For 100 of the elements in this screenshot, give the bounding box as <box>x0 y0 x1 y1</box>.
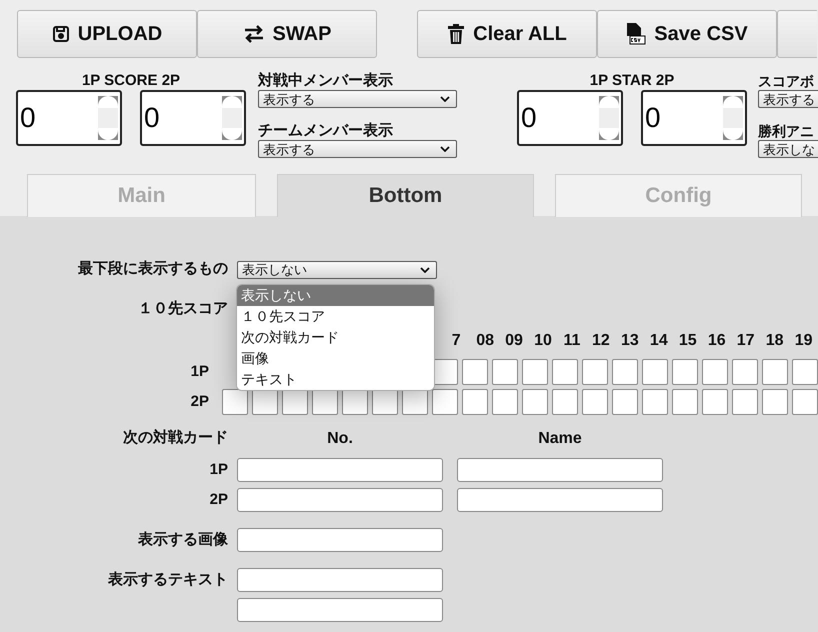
field-label: １０先スコア <box>137 299 228 320</box>
select-label: チームメンバー表示 <box>258 122 394 140</box>
number-field[interactable]: 0 <box>641 90 747 146</box>
score-cell-input[interactable] <box>372 389 398 415</box>
chevron-down-icon <box>440 146 450 152</box>
column-header: 11 <box>564 331 580 350</box>
spinner-icon[interactable] <box>723 96 743 140</box>
column-header: 17 <box>736 331 755 350</box>
column-header: 18 <box>766 331 784 350</box>
column-header: 7 <box>452 331 461 350</box>
score-cell-input[interactable] <box>732 389 758 415</box>
score-cell-input[interactable] <box>552 389 578 415</box>
number-field[interactable]: 0 <box>140 90 246 146</box>
dropdown-select[interactable]: 表示する <box>758 90 818 108</box>
field-label: 次の対戦カード <box>122 428 228 448</box>
dropdown-select[interactable]: 表示する <box>258 90 457 108</box>
score-cell-input[interactable] <box>492 359 518 385</box>
trash-icon <box>447 24 466 44</box>
select-label: 勝利アニ <box>758 122 815 140</box>
text-input-field[interactable] <box>237 458 443 482</box>
dropdown-option[interactable]: 画像 <box>237 348 434 369</box>
score-cell-input[interactable] <box>612 389 638 415</box>
dropdown-select[interactable]: 表示しない <box>237 260 437 278</box>
score-cell-input[interactable] <box>792 389 818 415</box>
score-cell-input[interactable] <box>462 389 488 415</box>
dropdown-option[interactable]: 表示しない <box>237 285 434 306</box>
column-header: No. <box>327 428 353 448</box>
column-header: 12 <box>592 331 610 350</box>
text-input-field[interactable] <box>237 598 443 622</box>
row-label: 1P <box>208 460 228 480</box>
score-cell-input[interactable] <box>312 389 338 415</box>
score-cell-input[interactable] <box>222 389 248 415</box>
spinner-icon[interactable] <box>98 96 118 140</box>
chevron-down-icon <box>440 96 450 102</box>
dropdown-option[interactable]: 次の対戦カード <box>237 327 434 348</box>
text-input-field[interactable] <box>457 488 663 512</box>
column-header: 15 <box>678 331 697 350</box>
score-cell-input[interactable] <box>642 359 668 385</box>
spinner-icon[interactable] <box>222 96 242 140</box>
toolbar-button[interactable]: Clear ALL <box>417 10 597 58</box>
star-label: 1P STAR 2P <box>590 72 674 90</box>
score-cell-input[interactable] <box>432 389 458 415</box>
row-label: 2P <box>208 490 228 510</box>
score-cell-input[interactable] <box>702 359 728 385</box>
tab[interactable]: Bottom <box>277 174 534 217</box>
field-label: 表示するテキスト <box>107 570 228 590</box>
score-cell-input[interactable] <box>762 359 788 385</box>
score-cell-input[interactable] <box>552 359 578 385</box>
number-field[interactable]: 0 <box>16 90 122 146</box>
toolbar-button[interactable]: SWAP <box>197 10 377 58</box>
column-header: 10 <box>534 331 552 350</box>
score-cell-input[interactable] <box>582 389 608 415</box>
dropdown-option[interactable]: テキスト <box>237 369 434 390</box>
field-label: 最下段に表示するもの <box>77 259 228 280</box>
score-cell-input[interactable] <box>522 389 548 415</box>
text-input-field[interactable] <box>237 568 443 592</box>
chevron-down-icon <box>420 266 430 272</box>
text-input-field[interactable] <box>457 458 663 482</box>
column-header: Name <box>538 428 582 448</box>
score-cell-input[interactable] <box>672 359 698 385</box>
score-cell-input[interactable] <box>642 389 668 415</box>
score-cell-input[interactable] <box>282 389 308 415</box>
dropdown-option[interactable]: １０先スコア <box>237 306 434 327</box>
column-header: 09 <box>505 331 523 350</box>
select-label: 対戦中メンバー表示 <box>258 72 394 90</box>
score-cell-input[interactable] <box>342 389 368 415</box>
score-cell-input[interactable] <box>522 359 548 385</box>
column-header: 16 <box>708 331 726 350</box>
dropdown-select[interactable]: 表示する <box>258 140 457 158</box>
score-label: 1P SCORE 2P <box>82 72 180 90</box>
score-cell-input[interactable] <box>252 389 278 415</box>
dropdown-select[interactable]: 表示しな <box>758 140 818 158</box>
score-cell-input[interactable] <box>582 359 608 385</box>
number-field[interactable]: 0 <box>517 90 623 146</box>
select-label: スコアボ <box>758 72 815 90</box>
score-cell-input[interactable] <box>612 359 638 385</box>
row-label: 2P <box>190 392 209 412</box>
score-cell-input[interactable] <box>462 359 488 385</box>
csv-file-icon <box>626 23 646 45</box>
text-input-field[interactable] <box>237 528 443 552</box>
score-cell-input[interactable] <box>732 359 758 385</box>
score-cell-input[interactable] <box>702 389 728 415</box>
column-header: 14 <box>650 331 668 350</box>
row-label: 1P <box>190 362 209 382</box>
toolbar-button[interactable] <box>777 10 817 58</box>
swap-arrows-icon <box>242 25 265 43</box>
toolbar-button[interactable]: Save CSV <box>597 10 777 58</box>
save-icon <box>52 25 70 43</box>
score-cell-input[interactable] <box>762 389 788 415</box>
text-input-field[interactable] <box>237 488 443 512</box>
spinner-icon[interactable] <box>599 96 619 140</box>
score-cell-input[interactable] <box>402 389 428 415</box>
toolbar-button[interactable]: UPLOAD <box>17 10 197 58</box>
column-header: 13 <box>620 331 639 350</box>
field-label: 表示する画像 <box>137 530 228 550</box>
column-header: 08 <box>476 331 494 350</box>
score-cell-input[interactable] <box>492 389 518 415</box>
score-cell-input[interactable] <box>792 359 818 385</box>
score-cell-input[interactable] <box>672 389 698 415</box>
column-header: 19 <box>794 331 812 350</box>
